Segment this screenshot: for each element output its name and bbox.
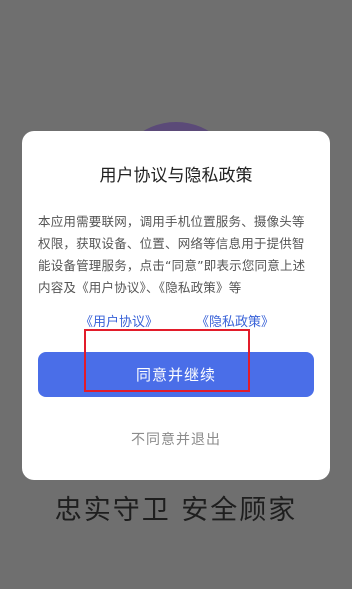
dialog-body-text: 本应用需要联网，调用手机位置服务、摄像头等权限，获取设备、位置、网络等信息用于提… — [38, 214, 306, 295]
background-slogan: 忠实守卫 安全顾家 — [54, 495, 298, 526]
privacy-policy-link[interactable]: 《隐私政策》 — [196, 311, 274, 330]
decline-exit-button[interactable]: 不同意并退出 — [22, 429, 330, 449]
dialog-title: 用户协议与隐私政策 — [99, 166, 253, 186]
agree-continue-button[interactable]: 同意并继续 — [38, 352, 314, 397]
app-screen: 忠实守卫 安全顾家 用户协议与隐私政策 本应用需要联网，调用手机位置服务、摄像头… — [0, 0, 352, 589]
privacy-dialog: 用户协议与隐私政策 本应用需要联网，调用手机位置服务、摄像头等权限，获取设备、位… — [22, 131, 330, 480]
user-agreement-link[interactable]: 《用户协议》 — [80, 311, 158, 330]
